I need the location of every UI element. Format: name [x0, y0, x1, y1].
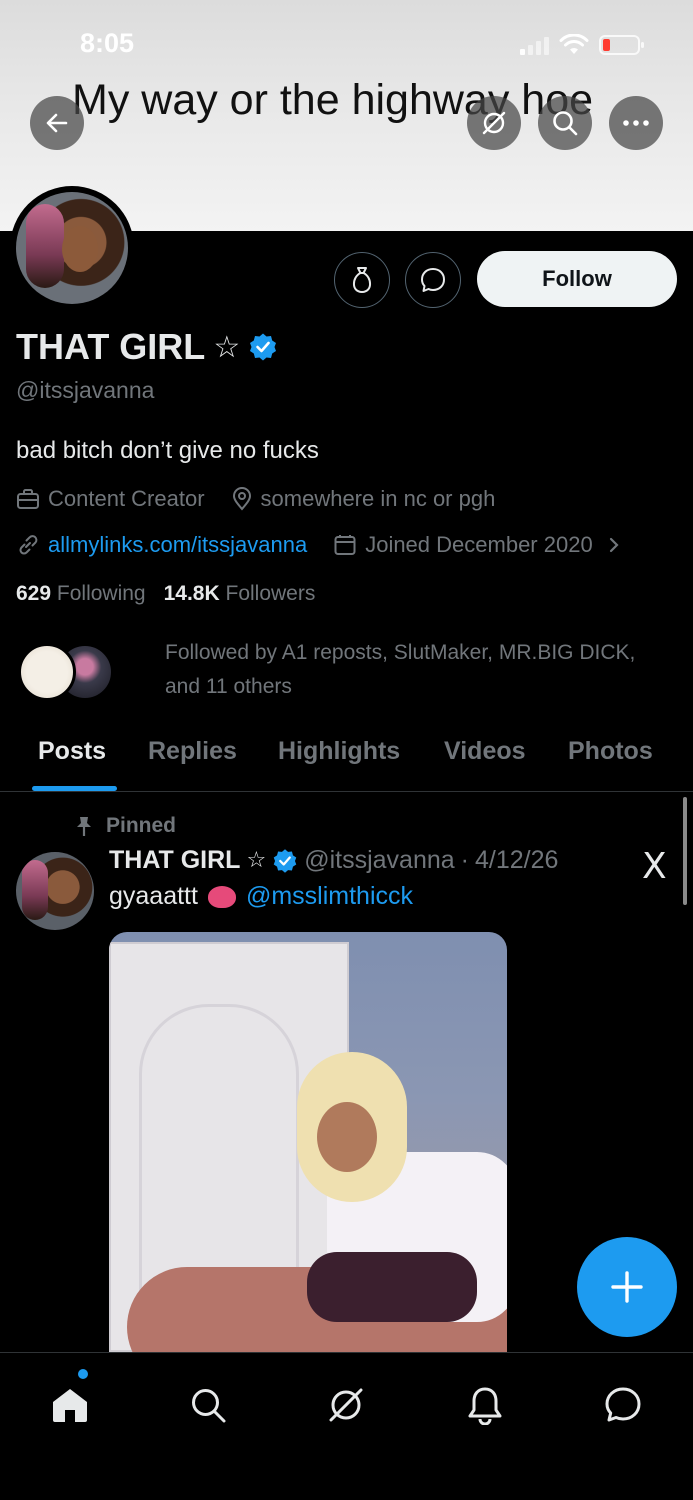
star-icon: ☆: [246, 848, 267, 873]
followers-count: 14.8K: [163, 582, 220, 605]
verified-badge-icon: [250, 333, 277, 361]
post-text: gyaaattt @msslimthicck: [109, 882, 413, 911]
status-icons: [520, 34, 645, 56]
bottom-navigation: [0, 1352, 693, 1500]
post-author-name[interactable]: THAT GIRL: [109, 846, 240, 875]
followers-label: Followers: [225, 582, 316, 605]
post-separator: ·: [460, 846, 469, 874]
link-icon: [19, 535, 38, 555]
tab-photos[interactable]: Photos: [568, 737, 653, 766]
location-label: somewhere in nc or pgh: [260, 486, 496, 511]
status-time: 8:05: [80, 28, 135, 58]
subscribe-button[interactable]: [334, 252, 390, 308]
pin-icon: [77, 817, 91, 836]
post-mention[interactable]: @msslimthicck: [246, 882, 413, 911]
back-button[interactable]: [30, 96, 84, 150]
post-author-handle[interactable]: @itssjavanna: [304, 846, 454, 875]
verified-badge-icon: [273, 848, 297, 873]
active-tab-indicator: [32, 786, 117, 791]
profile-avatar[interactable]: [10, 186, 134, 310]
website[interactable]: allmylinks.com/itssjavanna: [16, 532, 307, 558]
calendar-icon: [334, 535, 356, 555]
messages-icon: [605, 1387, 641, 1422]
star-icon: ☆: [213, 329, 241, 365]
signal-icon: [520, 35, 549, 55]
tab-replies[interactable]: Replies: [148, 737, 237, 766]
x-logo-icon: X: [642, 846, 667, 887]
following-label: Following: [56, 582, 146, 605]
followed-by-text[interactable]: Followed by A1 reposts, SlutMaker, MR.BI…: [165, 636, 645, 704]
profile-bio: bad bitch don’t give no fucks: [16, 437, 319, 464]
following-count: 629: [16, 582, 52, 605]
nav-notifications[interactable]: [455, 1375, 515, 1435]
profile-meta-row-2: allmylinks.com/itssjavanna Joined Decemb…: [16, 532, 621, 558]
post-author-avatar[interactable]: [16, 852, 94, 930]
location: somewhere in nc or pgh: [231, 486, 496, 512]
tab-videos[interactable]: Videos: [444, 737, 526, 766]
tab-highlights[interactable]: Highlights: [278, 737, 400, 766]
post-header: THAT GIRL ☆ @itssjavanna · 4/12/26: [109, 846, 558, 875]
compose-post-button[interactable]: [577, 1237, 677, 1337]
message-button[interactable]: [405, 252, 461, 308]
following-count-link[interactable]: 629 Following: [16, 582, 146, 606]
search-icon: [192, 1389, 226, 1423]
profile-tabs: Posts Replies Highlights Videos Photos: [0, 725, 693, 792]
plus-icon: [611, 1271, 643, 1303]
grok-button[interactable]: [467, 96, 521, 150]
scrollbar[interactable]: [683, 797, 687, 905]
tab-posts[interactable]: Posts: [38, 737, 106, 766]
battery-icon: [599, 34, 645, 56]
message-icon: [421, 268, 445, 292]
more-icon: [623, 120, 649, 126]
grok-icon: [329, 1388, 363, 1422]
profile-handle: @itssjavanna: [16, 377, 155, 403]
follow-counts: 629 Following 14.8K Followers: [16, 582, 315, 606]
joined-date[interactable]: Joined December 2020: [333, 532, 620, 558]
location-pin-icon: [232, 487, 251, 511]
more-button[interactable]: [609, 96, 663, 150]
home-icon: [53, 1389, 87, 1422]
nav-search[interactable]: [178, 1375, 238, 1435]
search-button[interactable]: [538, 96, 592, 150]
profile-meta-row-1: Content Creator somewhere in nc or pgh: [16, 486, 495, 512]
notification-dot: [78, 1369, 88, 1379]
money-bag-icon: [352, 267, 372, 294]
back-arrow-icon: [46, 113, 68, 133]
profile-name: THAT GIRL: [16, 326, 206, 367]
profile-name-row: THAT GIRL ☆: [16, 326, 278, 368]
wifi-icon: [559, 34, 589, 56]
pinned-label: Pinned: [74, 814, 176, 838]
grok-icon: [482, 111, 506, 135]
category-label: Content Creator: [48, 486, 205, 511]
briefcase-icon: [17, 489, 39, 509]
search-icon: [553, 111, 578, 136]
follow-button[interactable]: Follow: [477, 251, 677, 307]
post-body: gyaaattt: [109, 882, 198, 910]
post-date[interactable]: 4/12/26: [475, 846, 558, 875]
joined-label: Joined December 2020: [365, 532, 593, 557]
bell-icon: [468, 1387, 502, 1425]
nav-grok[interactable]: [316, 1375, 376, 1435]
post-media-video[interactable]: [109, 932, 507, 1352]
follower-avatar: [18, 643, 76, 701]
category: Content Creator: [16, 486, 205, 512]
nav-home[interactable]: [40, 1375, 100, 1435]
chevron-right-icon: [609, 537, 619, 553]
pinned-text: Pinned: [106, 814, 177, 837]
followers-count-link[interactable]: 14.8K Followers: [164, 582, 316, 606]
followed-by-avatars[interactable]: [18, 643, 118, 701]
website-link[interactable]: allmylinks.com/itssjavanna: [48, 532, 307, 558]
tongue-emoji-icon: [207, 885, 236, 908]
nav-messages[interactable]: [593, 1375, 653, 1435]
